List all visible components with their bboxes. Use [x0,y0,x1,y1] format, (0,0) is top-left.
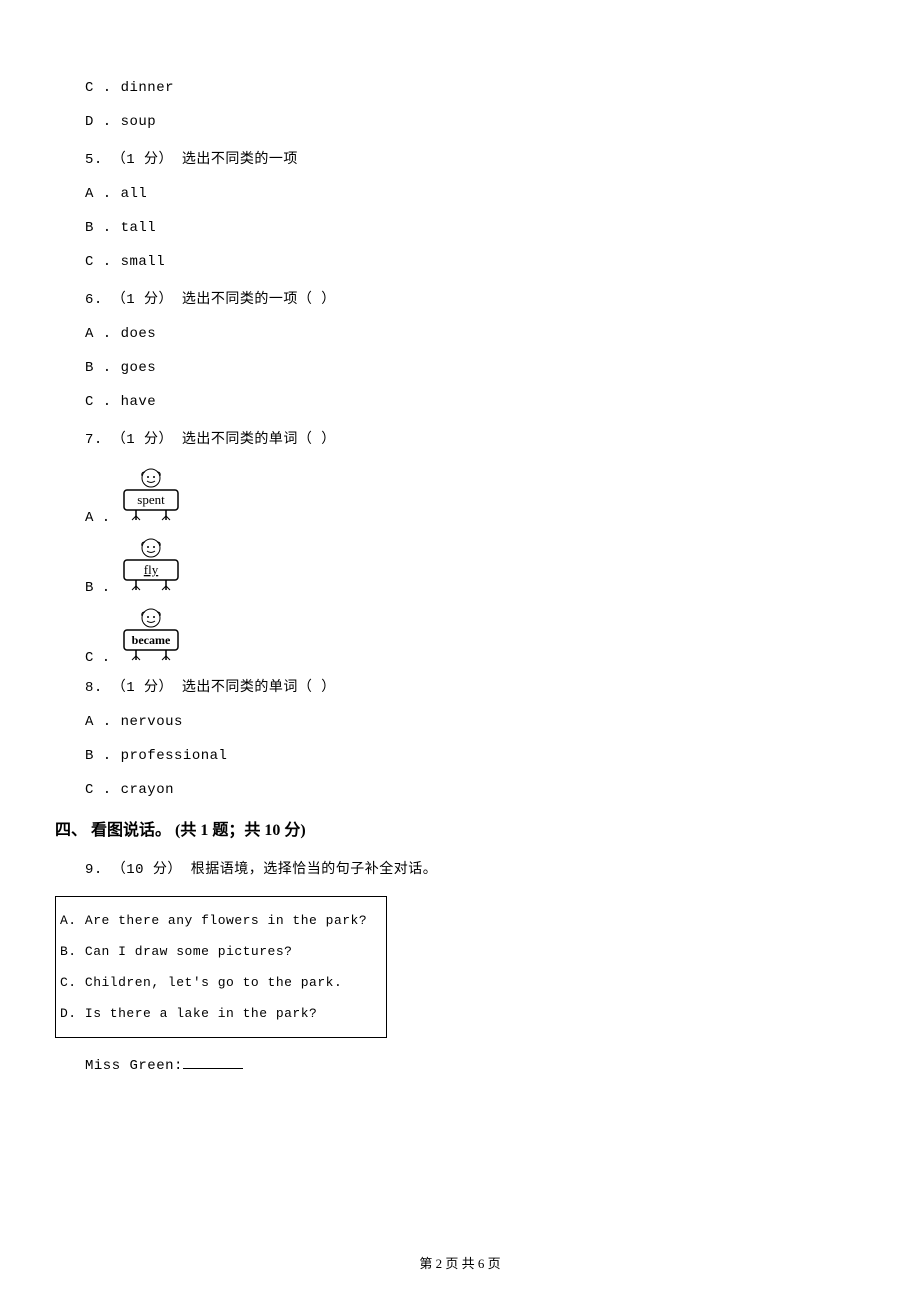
q5-option-b: B . tall [55,220,865,236]
page-footer: 第 2 页 共 6 页 [0,1253,920,1272]
question-5-stem: 5. （1 分） 选出不同类的一项 [55,148,865,168]
q7-option-c: C . became [55,606,865,666]
q7-option-a: A . spent [55,466,865,526]
option-d: D . soup [55,114,865,130]
q5-option-a: A . all [55,186,865,202]
q9-optD: D. Is there a lake in the park? [56,998,386,1029]
sign-icon: fly [116,536,186,596]
sign-icon: spent [116,466,186,526]
sign-icon: became [116,606,186,666]
q8-option-a: A . nervous [55,714,865,730]
sign-word: fly [144,562,159,577]
q9-optB: B. Can I draw some pictures? [56,936,386,967]
question-8-stem: 8. （1 分） 选出不同类的单词（ ） [55,676,865,696]
question-7-stem: 7. （1 分） 选出不同类的单词（ ） [55,428,865,448]
q7-a-label: A . [85,510,110,526]
dialog-prefix: Miss Green: [85,1058,183,1074]
q8-option-b: B . professional [55,748,865,764]
q6-option-b: B . goes [55,360,865,376]
q6-option-a: A . does [55,326,865,342]
option-c: C . dinner [55,80,865,96]
sign-word: became [132,633,171,647]
q7-b-label: B . [85,580,110,596]
q7-c-label: C . [85,650,110,666]
q7-option-b: B . fly [55,536,865,596]
q5-option-c: C . small [55,254,865,270]
page-content: C . dinner D . soup 5. （1 分） 选出不同类的一项 A … [0,0,920,1132]
q9-options-box: A. Are there any flowers in the park? B.… [55,896,387,1038]
sign-word: spent [137,492,165,507]
q9-optA: A. Are there any flowers in the park? [56,905,386,936]
section-4-title: 四、 看图说话。 (共 1 题；共 10 分) [55,816,865,840]
fill-blank[interactable] [183,1056,243,1069]
q9-dialog-line-1: Miss Green: [55,1056,865,1074]
q9-optC: C. Children, let's go to the park. [56,967,386,998]
question-6-stem: 6. （1 分） 选出不同类的一项（ ） [55,288,865,308]
q6-option-c: C . have [55,394,865,410]
q8-option-c: C . crayon [55,782,865,798]
question-9-stem: 9. （10 分） 根据语境，选择恰当的句子补全对话。 [55,858,865,878]
